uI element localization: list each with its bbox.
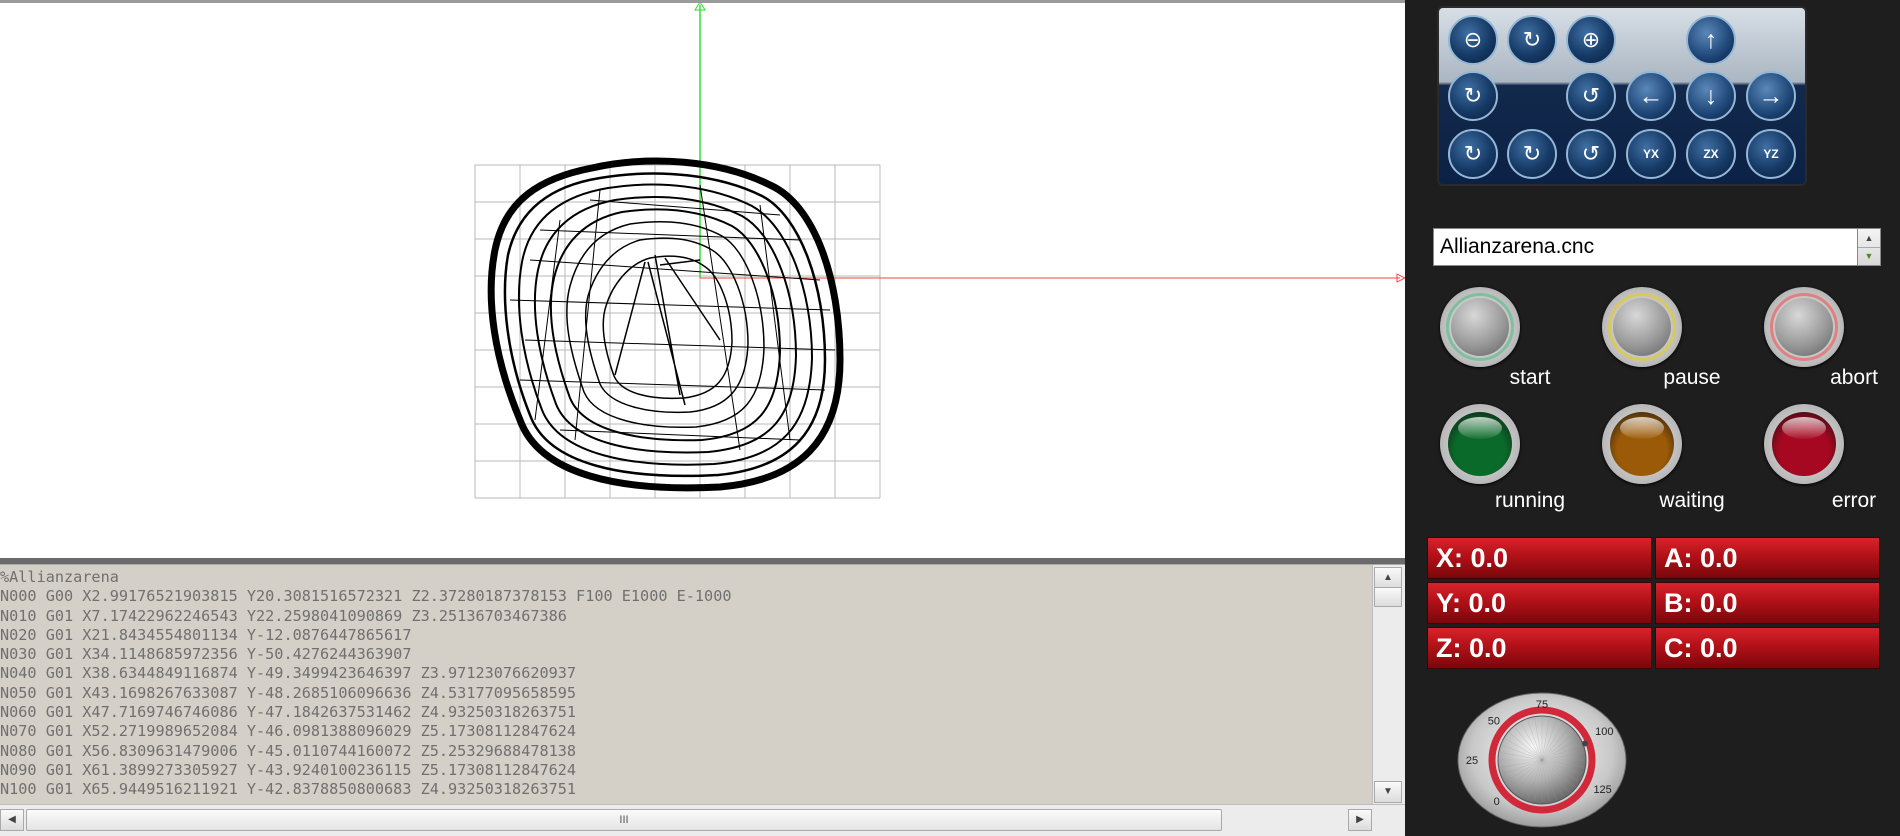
waiting-glare bbox=[1620, 417, 1664, 439]
scroll-up-arrow-icon[interactable]: ▲ bbox=[1374, 567, 1402, 589]
roll-cw-icon[interactable]: ↻ bbox=[1448, 129, 1498, 179]
dro-a: A: 0.0 bbox=[1655, 537, 1880, 579]
knob-tick-125: 125 bbox=[1593, 784, 1611, 796]
control-panel: ⊖ ↻ ⊕ ↑ ↻ ↺ ← ↓ → ↻ ↻ ↺ YX ZX YZ Allianz… bbox=[1405, 0, 1900, 835]
pause-button[interactable] bbox=[1602, 287, 1682, 367]
start-label: start bbox=[1509, 366, 1551, 389]
file-spinner[interactable]: ▲ ▼ bbox=[1857, 228, 1881, 266]
scroll-left-arrow-icon[interactable]: ◀ bbox=[0, 809, 24, 831]
pause-cap bbox=[1613, 298, 1671, 356]
waiting-label: waiting bbox=[1659, 489, 1725, 512]
view-zx-icon[interactable]: ZX bbox=[1686, 129, 1736, 179]
knob-dial: 0 25 50 75 100 125 bbox=[1457, 692, 1627, 828]
gcode-text[interactable]: %Allianzarena N000 G00 X2.99176521903815… bbox=[0, 568, 1372, 804]
knob-pointer bbox=[1581, 740, 1588, 747]
feed-override-knob[interactable]: 0 25 50 75 100 125 bbox=[1455, 690, 1630, 830]
toolpath-canvas bbox=[474, 3, 1405, 499]
roll-icon[interactable]: ↻ bbox=[1507, 129, 1557, 179]
scroll-right-arrow-icon[interactable]: ▶ bbox=[1348, 809, 1372, 831]
pan-up-icon[interactable]: ↑ bbox=[1686, 15, 1736, 65]
running-glare bbox=[1458, 417, 1502, 439]
pan-left-icon[interactable]: ← bbox=[1626, 71, 1676, 121]
dro-y: Y: 0.0 bbox=[1427, 582, 1652, 624]
gcode-horizontal-scrollbar[interactable]: ◀ III ▶ bbox=[0, 804, 1405, 836]
abort-label: abort bbox=[1830, 366, 1878, 389]
stadium-wireframe bbox=[487, 157, 844, 492]
pan-down-icon[interactable]: ↓ bbox=[1686, 71, 1736, 121]
scroll-thumb[interactable] bbox=[1374, 587, 1402, 607]
abort-cap bbox=[1775, 298, 1833, 356]
rotate-ccw-icon[interactable]: ↺ bbox=[1566, 71, 1616, 121]
view-xy-icon[interactable]: YX bbox=[1626, 129, 1676, 179]
file-name-field[interactable]: Allianzarena.cnc bbox=[1433, 228, 1863, 266]
rotate-icon[interactable]: ↻ bbox=[1507, 15, 1557, 65]
spin-up-icon[interactable]: ▲ bbox=[1858, 229, 1880, 248]
pan-right-icon[interactable]: → bbox=[1746, 71, 1796, 121]
knob-tick-100: 100 bbox=[1595, 726, 1613, 738]
knob-tick-25: 25 bbox=[1466, 755, 1478, 767]
dro-x: X: 0.0 bbox=[1427, 537, 1652, 579]
knob-tick-50: 50 bbox=[1488, 715, 1500, 727]
spin-down-icon[interactable]: ▼ bbox=[1858, 247, 1880, 265]
error-glare bbox=[1782, 417, 1826, 439]
start-button[interactable] bbox=[1440, 287, 1520, 367]
knob-tick-75: 75 bbox=[1536, 699, 1548, 711]
running-label: running bbox=[1494, 489, 1566, 512]
toolpath-viewport[interactable] bbox=[0, 0, 1405, 558]
waiting-lamp bbox=[1602, 404, 1682, 484]
knob-tick-0: 0 bbox=[1494, 796, 1500, 808]
gcode-listing-panel: %Allianzarena N000 G00 X2.99176521903815… bbox=[0, 564, 1405, 805]
error-label: error bbox=[1831, 489, 1877, 512]
dro-b: B: 0.0 bbox=[1655, 582, 1880, 624]
view-toolbar: ⊖ ↻ ⊕ ↑ ↻ ↺ ← ↓ → ↻ ↻ ↺ YX ZX YZ bbox=[1439, 8, 1805, 184]
running-lamp bbox=[1440, 404, 1520, 484]
rotate-cw-icon[interactable]: ↻ bbox=[1448, 71, 1498, 121]
abort-button[interactable] bbox=[1764, 287, 1844, 367]
gcode-vertical-scrollbar[interactable]: ▲ ▼ bbox=[1372, 565, 1405, 805]
zoom-out-icon[interactable]: ⊖ bbox=[1448, 15, 1498, 65]
dro-c: C: 0.0 bbox=[1655, 627, 1880, 669]
zoom-in-icon[interactable]: ⊕ bbox=[1566, 15, 1616, 65]
horizontal-scroll-thumb[interactable]: III bbox=[26, 809, 1222, 831]
pause-label: pause bbox=[1663, 366, 1721, 389]
dro-z: Z: 0.0 bbox=[1427, 627, 1652, 669]
error-lamp bbox=[1764, 404, 1844, 484]
start-cap bbox=[1451, 298, 1509, 356]
scroll-down-arrow-icon[interactable]: ▼ bbox=[1374, 781, 1402, 803]
roll-ccw-icon[interactable]: ↺ bbox=[1566, 129, 1616, 179]
view-yz-icon[interactable]: YZ bbox=[1746, 129, 1796, 179]
